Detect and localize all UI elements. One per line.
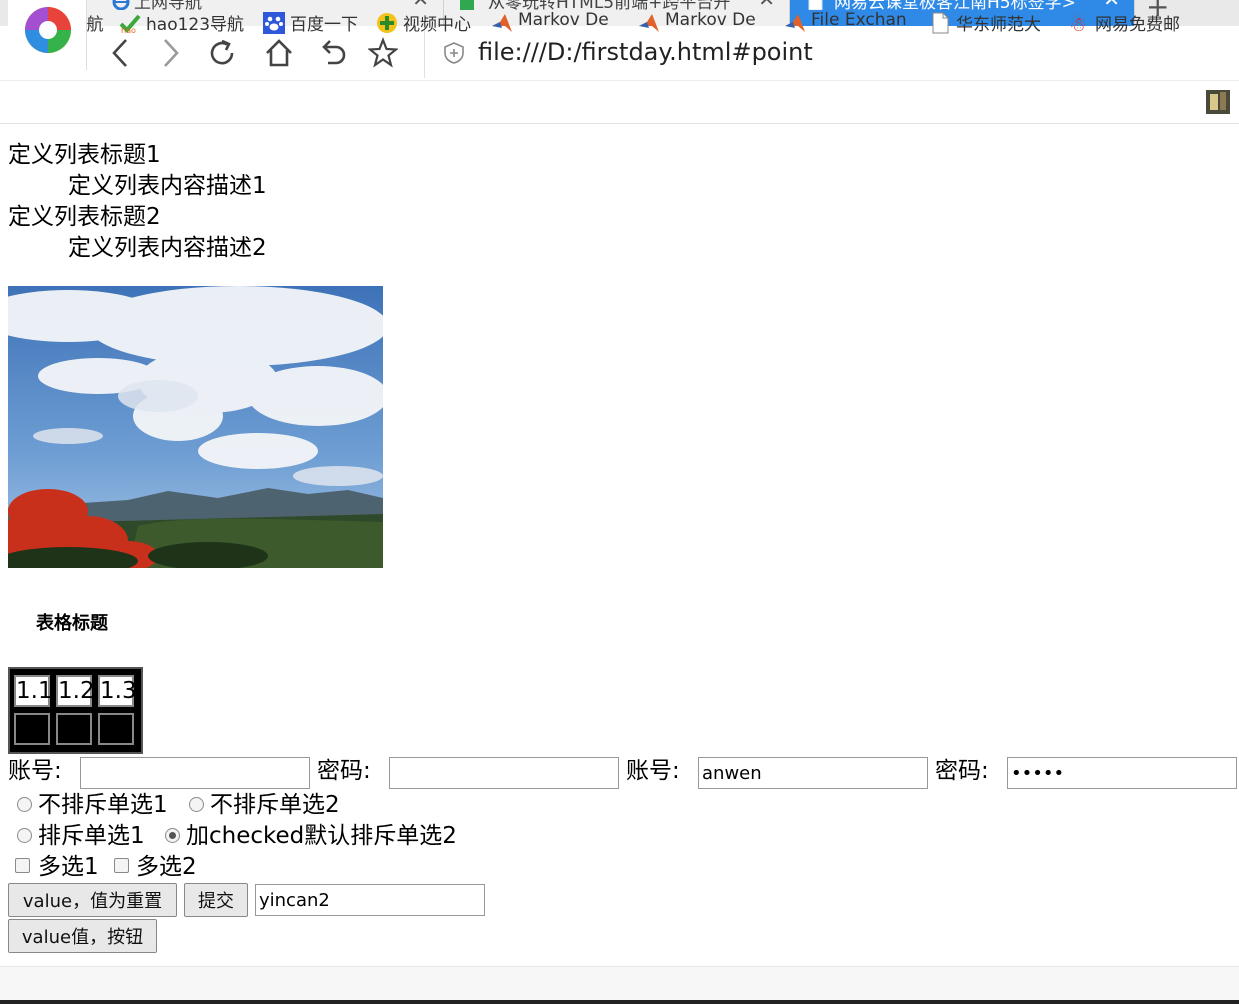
radio-nonexclusive-1[interactable] [17,797,32,812]
netease-mail-icon: ☃ [1069,12,1087,34]
table-cell: 1.3 [98,675,137,707]
table-cell-empty [14,713,50,745]
table-cell: 1.2 [56,675,95,707]
password-label: 密码: [317,758,371,784]
value-button[interactable]: value值，按钮 [8,919,157,953]
table-caption: 表格标题 [36,613,108,634]
bookmark-photo-icon[interactable] [1206,90,1239,114]
password-input[interactable] [389,757,619,789]
submit-button[interactable]: 提交 [184,883,248,917]
page-icon [808,0,823,10]
reload-icon[interactable] [208,36,238,70]
forward-icon[interactable] [155,36,185,70]
data-table: 1.1 1.2 1.3 [8,667,143,754]
status-strip [0,966,1239,1001]
definition-term-2: 定义列表标题2 [8,204,161,230]
table-cell-empty [56,713,92,745]
radio-exclusive-2-checked[interactable] [165,828,180,843]
table-cell-empty [98,713,134,745]
definition-desc-1: 定义列表内容描述1 [68,173,267,199]
book-icon [460,0,474,10]
360-browser-logo-icon [25,7,71,53]
svg-text:☃: ☃ [1069,12,1087,34]
page-icon [932,12,949,34]
ie-icon [112,0,130,10]
tab-title: 从零玩转HTML5前端+跨平台开 [488,0,731,13]
address-bar[interactable]: file:///D:/firstday.html#point [478,38,813,66]
account-input[interactable] [80,757,310,789]
matlab-icon [785,14,805,32]
browser-logo[interactable] [8,0,87,70]
table-cell: 1.1 [14,675,53,707]
radio-label: 不排斥单选1 [38,792,168,818]
password-input-2[interactable] [1007,757,1237,789]
account-label: 账号: [8,758,62,784]
account-input-2[interactable] [698,757,928,789]
close-icon[interactable]: ✕ [758,0,775,9]
tab-title: 网易云课堂极客江南H5标签学> [834,0,1076,13]
home-icon[interactable] [264,36,294,70]
radio-label: 不排斥单选2 [210,792,340,818]
close-icon[interactable]: ✕ [412,0,429,9]
account-label-2: 账号: [626,758,680,784]
undo-icon[interactable] [318,36,348,70]
radio-label: 加checked默认排斥单选2 [186,823,457,849]
checkbox-2[interactable] [114,858,129,873]
star-icon[interactable] [368,36,398,70]
matlab-icon [639,14,659,32]
svg-text:hao: hao [121,26,136,34]
address-separator [424,28,425,78]
definition-term-1: 定义列表标题1 [8,142,161,168]
landscape-photo [8,286,383,568]
back-icon[interactable] [106,36,136,70]
plus-globe-icon [377,13,397,33]
definition-desc-2: 定义列表内容描述2 [68,235,267,261]
reset-button[interactable]: value，值为重置 [8,883,177,917]
close-icon[interactable]: ✕ [1103,0,1120,9]
window-bottom-edge [0,1000,1239,1004]
bookmarks-bar [0,80,1239,124]
matlab-icon [492,14,512,32]
tab-title: 上网导航 [134,0,202,13]
shield-icon[interactable] [443,41,465,65]
checkbox-label: 多选2 [136,854,197,880]
radio-label: 排斥单选1 [38,823,145,849]
radio-exclusive-1[interactable] [17,828,32,843]
hao123-icon: hao [119,14,141,34]
baidu-paw-icon [263,12,285,34]
checkbox-label: 多选1 [38,854,99,880]
radio-nonexclusive-2[interactable] [189,797,204,812]
password-label-2: 密码: [935,758,989,784]
text-input[interactable] [255,884,485,916]
checkbox-1[interactable] [15,858,30,873]
